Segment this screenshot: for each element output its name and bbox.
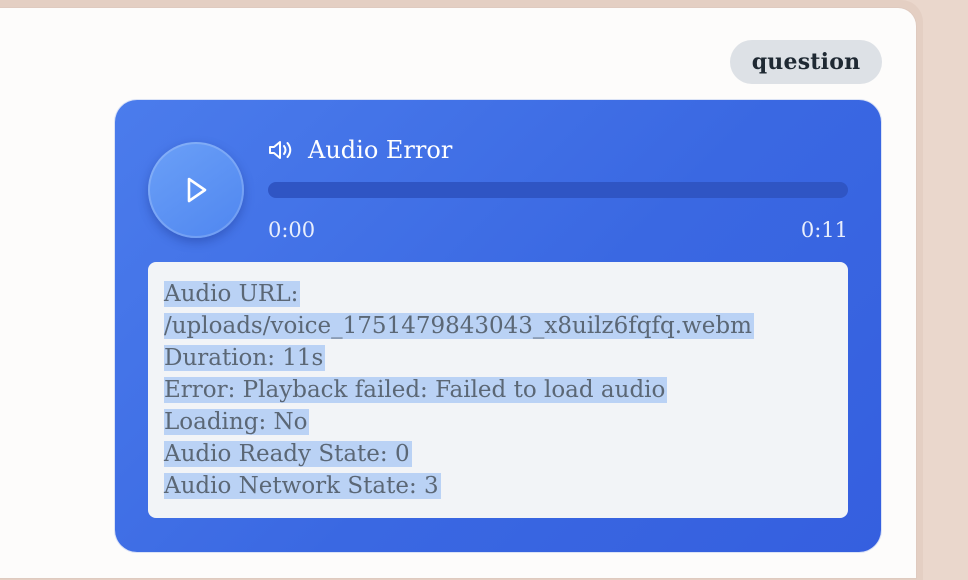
debug-line-ready-state: Audio Ready State: 0 xyxy=(164,441,412,467)
debug-line-network-state: Audio Network State: 3 xyxy=(164,473,441,499)
total-duration: 0:11 xyxy=(800,218,848,242)
question-badge: question xyxy=(730,40,882,84)
speaker-icon xyxy=(269,141,292,159)
debug-line-url-value: /uploads/voice_1751479843043_x8uilz6fqfq… xyxy=(164,313,754,339)
current-time: 0:00 xyxy=(268,218,316,242)
debug-info-text: Audio URL: /uploads/voice_1751479843043_… xyxy=(164,278,834,502)
debug-line-duration: Duration: 11s xyxy=(164,345,326,371)
play-button[interactable] xyxy=(148,142,244,238)
debug-line-error: Error: Playback failed: Failed to load a… xyxy=(164,377,668,403)
play-icon xyxy=(187,177,207,203)
debug-line-loading: Loading: No xyxy=(164,409,310,435)
audio-progress-bar[interactable] xyxy=(268,182,848,198)
audio-title: Audio Error xyxy=(308,136,453,164)
debug-line-url-label: Audio URL: xyxy=(164,281,301,307)
